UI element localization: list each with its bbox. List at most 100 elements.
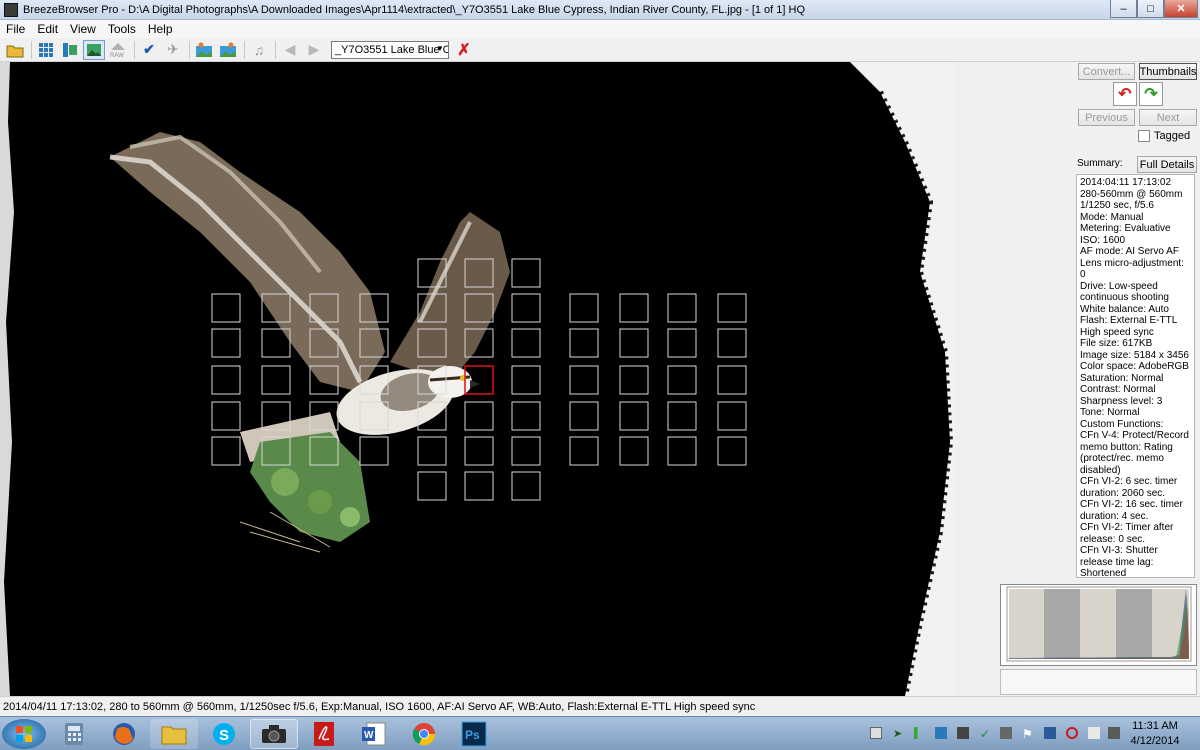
flag-icon[interactable]: ⚑	[1022, 727, 1034, 741]
previous-button[interactable]: Previous	[1078, 109, 1135, 126]
af-point	[569, 401, 599, 431]
delete-x-icon[interactable]: ✗	[453, 40, 475, 60]
firefox-icon[interactable]	[100, 719, 148, 749]
tray-arrow-icon[interactable]: ➤	[893, 727, 905, 740]
af-point	[717, 328, 747, 358]
maximize-button[interactable]: □	[1137, 0, 1164, 18]
rotate-left-image-icon[interactable]	[193, 40, 215, 60]
af-point	[464, 401, 494, 431]
histogram-options	[1000, 669, 1197, 695]
rotate-left-icon[interactable]: ↶	[1113, 82, 1137, 106]
untag-icon[interactable]: ✈	[162, 40, 184, 60]
af-point	[511, 328, 541, 358]
network-signal-icon[interactable]	[914, 727, 926, 739]
folder-open-icon[interactable]	[4, 40, 26, 60]
exif-line: CFn VI-2: Timer after release: 0 sec.	[1080, 522, 1174, 545]
chrome-icon[interactable]	[400, 719, 448, 749]
start-button[interactable]	[2, 719, 46, 749]
af-point	[464, 436, 494, 466]
exif-line: 280-560mm @ 560mm	[1080, 188, 1183, 200]
photoshop-icon[interactable]: Ps	[450, 719, 498, 749]
af-point	[569, 293, 599, 323]
exif-line: 2014:04:11 17:13:02	[1080, 177, 1172, 188]
music-icon[interactable]: ♫	[248, 40, 270, 60]
summary-label: Summary:	[1077, 158, 1123, 169]
photo-background-right	[850, 62, 955, 696]
af-point	[417, 436, 447, 466]
tray-printer-icon[interactable]	[957, 727, 969, 739]
image-view-icon[interactable]	[83, 39, 105, 60]
exif-line: Drive: Low-speed continuous shooting	[1080, 280, 1169, 304]
volume-icon[interactable]	[1088, 727, 1100, 739]
calculator-icon[interactable]	[50, 719, 98, 749]
menu-file[interactable]: File	[0, 22, 31, 36]
image-viewer[interactable]	[0, 62, 955, 696]
display-icon[interactable]	[1108, 727, 1120, 739]
exif-line: Flash: External E-TTL High speed sync	[1080, 315, 1177, 338]
back-arrow-icon[interactable]: ◀	[279, 40, 301, 60]
menu-view[interactable]: View	[64, 22, 102, 36]
close-button[interactable]: ✕	[1164, 0, 1198, 18]
af-point	[359, 436, 389, 466]
file-selector-dropdown[interactable]: _Y7O3551 Lake Blue C ▼	[331, 40, 449, 59]
af-point	[569, 365, 599, 395]
svg-text:Ps: Ps	[465, 728, 480, 742]
menu-tools[interactable]: Tools	[102, 22, 142, 36]
exif-line: Mode: Manual	[1080, 211, 1144, 223]
tray-app-icon[interactable]	[935, 727, 947, 739]
grid-view-icon[interactable]	[35, 40, 57, 60]
skype-icon[interactable]: S	[200, 719, 248, 749]
thumbnails-button[interactable]: Thumbnails	[1139, 63, 1197, 80]
af-point	[511, 436, 541, 466]
histogram	[1000, 584, 1197, 666]
exif-line: AF mode: AI Servo AF	[1080, 246, 1179, 257]
filmstrip-view-icon[interactable]	[59, 40, 81, 60]
tagged-checkbox[interactable]	[1138, 130, 1150, 142]
exif-line: Custom Functions:	[1080, 418, 1164, 430]
next-button[interactable]: Next	[1139, 109, 1197, 126]
exif-line: CFn VI-2: 6 sec. timer duration: 2060 se…	[1080, 476, 1178, 499]
af-point	[511, 471, 541, 501]
exif-summary-box: 2014:04:11 17:13:02 280-560mm @ 560mm 1/12…	[1076, 174, 1195, 578]
tagged-label: Tagged	[1154, 130, 1191, 142]
menu-edit[interactable]: Edit	[31, 22, 64, 36]
exif-line: Contrast: Normal	[1080, 384, 1156, 395]
tray-network-icon[interactable]	[1000, 727, 1012, 739]
acrobat-icon[interactable]	[300, 719, 348, 749]
file-explorer-icon[interactable]	[150, 719, 198, 749]
af-point	[717, 401, 747, 431]
clock-date[interactable]: 4/12/2014	[1125, 735, 1185, 747]
rotate-right-icon[interactable]: ↷	[1139, 82, 1163, 106]
af-point	[511, 293, 541, 323]
af-point	[211, 401, 241, 431]
af-point	[667, 365, 697, 395]
menu-help[interactable]: Help	[142, 22, 179, 36]
file-selector-value: _Y7O3551 Lake Blue C	[335, 43, 449, 56]
rotate-right-image-icon[interactable]	[217, 40, 239, 60]
tray-antivirus-icon[interactable]	[1066, 727, 1078, 739]
af-point	[667, 401, 697, 431]
af-point	[619, 436, 649, 466]
camera-icon[interactable]	[250, 719, 298, 749]
toolbar: RAW ✔ ✈ ♫ ◀ ▶ _Y7O3551 Lake Blue C ▼ ✗	[0, 38, 1200, 62]
convert-button[interactable]: Convert...	[1078, 63, 1135, 80]
exif-line: CFn V-4: Protect/Record memo button: Rat…	[1080, 430, 1189, 476]
af-point	[619, 365, 649, 395]
clock-time[interactable]: 11:31 AM	[1125, 720, 1185, 732]
af-point	[511, 258, 541, 288]
full-details-button[interactable]: Full Details	[1137, 156, 1197, 173]
tray-icon[interactable]	[870, 727, 882, 739]
svg-text:S: S	[219, 727, 229, 744]
svg-text:W: W	[364, 730, 374, 741]
word-icon[interactable]: W	[350, 719, 398, 749]
status-bar: 2014/04/11 17:13:02, 280 to 560mm @ 560m…	[0, 696, 1200, 716]
raw-icon[interactable]: RAW	[107, 40, 129, 60]
menu-bar: File Edit View Tools Help	[0, 20, 1200, 38]
tray-monitor-icon[interactable]	[1044, 727, 1056, 739]
check-tag-icon[interactable]: ✔	[138, 40, 160, 60]
minimize-button[interactable]: –	[1110, 0, 1137, 18]
tray-check-icon[interactable]: ✓	[980, 727, 992, 741]
chevron-down-icon: ▼	[436, 43, 444, 53]
toolbar-separator	[31, 40, 32, 59]
forward-arrow-icon[interactable]: ▶	[303, 40, 325, 60]
